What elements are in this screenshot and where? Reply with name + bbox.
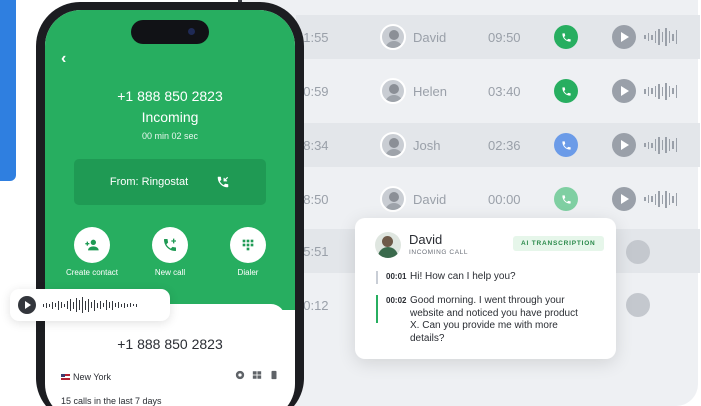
phone-call-button[interactable]	[554, 25, 578, 49]
play-recording-button[interactable]	[612, 79, 636, 103]
add-call-icon	[164, 238, 176, 251]
call-actions: Create contact New call Dialer	[45, 227, 295, 277]
avatar	[380, 24, 406, 50]
call-duration: 09:50	[488, 29, 521, 45]
call-row[interactable]: 50:59 Helen 03:40	[296, 69, 700, 113]
mobile-icon	[271, 370, 277, 380]
calls-summary: 15 calls in the last 7 days	[61, 396, 162, 406]
play-button[interactable]	[18, 296, 36, 314]
phone-call-button[interactable]	[554, 187, 578, 211]
phone-icon	[561, 194, 571, 204]
call-duration: 02:36	[488, 137, 521, 153]
from-line-box: From: Ringostat	[74, 159, 266, 205]
avatar	[380, 78, 406, 104]
play-recording-button[interactable]	[612, 133, 636, 157]
call-time: 48:34	[296, 137, 329, 153]
play-icon	[25, 301, 31, 309]
phone-icon	[561, 140, 571, 150]
play-recording-button[interactable]	[612, 187, 636, 211]
call-duration: 00:00	[488, 191, 521, 207]
avatar	[375, 232, 401, 258]
caller-name: David	[413, 29, 447, 45]
caller-name: Helen	[413, 83, 447, 99]
caller-number: +1 888 850 2823	[117, 88, 223, 104]
device-icons	[235, 370, 279, 380]
play-recording-button[interactable]	[626, 240, 650, 264]
incoming-call-icon	[217, 176, 229, 188]
create-contact-button[interactable]: Create contact	[63, 227, 121, 277]
transcript-line: 00:01 Hi! How can I help you?	[376, 271, 586, 284]
dialpad-icon	[242, 239, 254, 251]
dialer-button[interactable]: Dialer	[219, 227, 277, 277]
call-type-label: INCOMING CALL	[409, 249, 469, 256]
phone-call-button[interactable]	[554, 133, 578, 157]
call-row[interactable]: 51:55 David 09:50	[296, 15, 700, 59]
new-call-label: New call	[154, 268, 186, 277]
new-call-button[interactable]: New call	[141, 227, 199, 277]
windows-icon	[252, 371, 262, 379]
call-row[interactable]: 38:50 David 00:00	[296, 177, 700, 221]
caller-name: David	[413, 191, 447, 207]
audio-player[interactable]	[10, 289, 170, 321]
call-duration: 03:40	[488, 83, 521, 99]
call-status: Incoming	[141, 109, 199, 125]
transcript-timestamp: 00:01	[386, 272, 407, 281]
add-person-icon	[85, 239, 99, 251]
play-icon	[621, 32, 629, 42]
waveform	[644, 135, 677, 155]
play-icon	[621, 194, 629, 204]
play-icon	[621, 86, 629, 96]
play-icon	[621, 140, 629, 150]
transcript-timestamp: 00:02	[386, 296, 407, 305]
caller-name: David	[409, 232, 443, 247]
transcript-text: Good morning. I went through your websit…	[410, 295, 578, 344]
play-recording-button[interactable]	[612, 25, 636, 49]
chrome-icon	[235, 370, 245, 380]
caller-name: Josh	[413, 137, 441, 153]
ai-transcription-card: David INCOMING CALL AI TRANSCRIPTION 00:…	[355, 218, 616, 359]
avatar	[380, 132, 406, 158]
waveform	[644, 81, 677, 101]
call-row[interactable]: 48:34 Josh 02:36	[296, 123, 700, 167]
contact-location: New York	[61, 372, 111, 382]
transcript-line: 00:02 Good morning. I went through your …	[376, 295, 586, 345]
waveform	[644, 27, 677, 47]
play-recording-button[interactable]	[626, 293, 650, 317]
call-time: 38:50	[296, 191, 329, 207]
back-chevron-icon[interactable]: ‹	[61, 50, 66, 68]
call-time: 51:55	[296, 29, 329, 45]
background-blue-panel	[0, 0, 16, 181]
create-contact-label: Create contact	[65, 268, 119, 277]
phone-notch	[131, 20, 209, 44]
audio-waveform[interactable]	[43, 296, 137, 314]
contact-number: +1 888 850 2823	[117, 336, 223, 352]
call-time: 50:59	[296, 83, 329, 99]
phone-call-button[interactable]	[554, 79, 578, 103]
city-name: New York	[73, 372, 112, 382]
phone-screen: ‹ +1 888 850 2823 Incoming 00 min 02 sec…	[45, 10, 295, 406]
dialer-label: Dialer	[237, 268, 259, 277]
ai-transcription-badge: AI TRANSCRIPTION	[513, 236, 604, 251]
phone-icon	[561, 86, 571, 96]
us-flag-icon	[61, 374, 70, 380]
phone-icon	[561, 32, 571, 42]
transcript-text: Hi! How can I help you?	[410, 271, 516, 282]
avatar	[380, 186, 406, 212]
waveform	[644, 189, 677, 209]
call-timer: 00 min 02 sec	[141, 131, 199, 141]
from-label: From: Ringostat	[109, 176, 189, 188]
